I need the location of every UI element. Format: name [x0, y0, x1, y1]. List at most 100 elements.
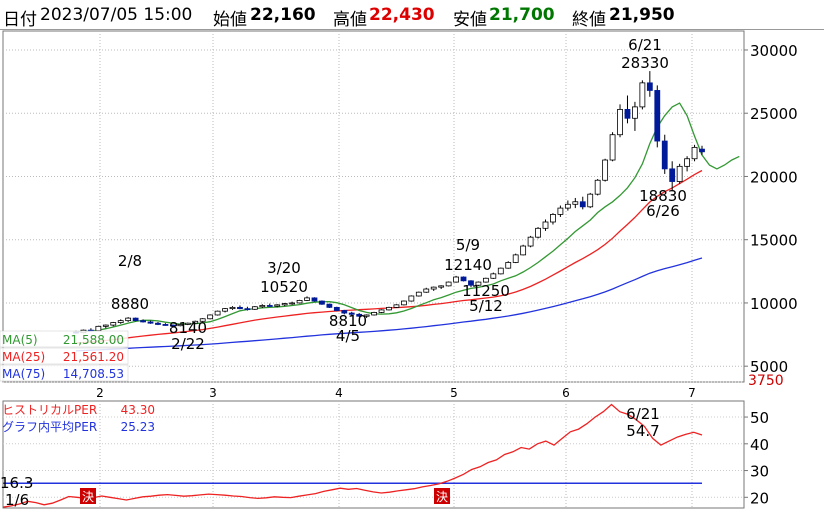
candle-body — [430, 286, 437, 290]
candlesticks — [73, 71, 705, 334]
date-tick-label: 5 — [450, 386, 458, 400]
per-tick-label: 20 — [750, 489, 769, 507]
candle-body — [542, 221, 549, 229]
price-min-label: 3750 — [748, 373, 784, 389]
candle-body — [281, 303, 288, 306]
candle-body — [259, 305, 266, 308]
candle-body — [535, 227, 541, 238]
annotation-value: 28330 — [621, 54, 669, 72]
candle-body — [445, 281, 452, 287]
candle-body — [639, 82, 646, 108]
candle-body — [438, 285, 445, 288]
candle-body — [237, 306, 243, 310]
stock-chart-window: 日付 2023/07/05 15:00 始値 22,160 高値 22,430 … — [0, 0, 824, 511]
candle-body — [654, 90, 661, 142]
candle-body — [140, 320, 146, 323]
per-panel: 20 30 40 50 ヒストリカルPER 43.30 グラフ内平均PER 25.23 16.3… — [0, 403, 769, 509]
candle-body — [646, 82, 653, 91]
legend-label: MA(75) — [2, 367, 45, 381]
date-tick-label: 4 — [335, 386, 343, 400]
candle-body — [289, 302, 296, 305]
candle-body — [602, 159, 609, 181]
candle-body — [333, 306, 340, 311]
candle-body — [110, 322, 117, 326]
candle-body — [117, 320, 124, 323]
candle-body — [162, 324, 169, 326]
price-tick-label: 25000 — [750, 105, 798, 123]
candle-body — [609, 134, 616, 161]
legend-label: MA(5) — [2, 333, 38, 347]
price-tick-label: 15000 — [750, 232, 798, 250]
earnings-badge-label: 決 — [436, 490, 448, 504]
legend-value: 14,708.53 — [63, 367, 124, 381]
candle-body — [229, 306, 236, 310]
candle-body — [497, 267, 504, 275]
date-tick-label: 6 — [562, 386, 570, 400]
candle-body — [512, 254, 519, 263]
candle-body — [311, 297, 318, 302]
candle-body — [95, 325, 102, 332]
candle-body — [490, 273, 497, 279]
candle-body — [244, 308, 251, 311]
candle-body — [251, 306, 258, 310]
candle-body — [371, 312, 377, 316]
candle-body — [214, 310, 221, 316]
annotation-value: 8810 — [329, 312, 367, 330]
candle-body — [699, 148, 705, 153]
per-tick-label: 50 — [750, 409, 769, 427]
candle-body — [572, 201, 579, 205]
annotation-value: 8880 — [111, 295, 149, 313]
date-tick-label: 2 — [96, 386, 104, 400]
candle-body — [669, 168, 676, 182]
price-tick-label: 10000 — [750, 295, 798, 313]
candle-body — [579, 201, 586, 208]
candle-body — [632, 106, 638, 119]
candle-body — [691, 146, 698, 160]
price-panel-border — [2, 30, 745, 383]
candle-body — [408, 295, 415, 302]
candle-body — [460, 276, 467, 282]
candle-body — [423, 288, 430, 293]
candle-body — [557, 207, 564, 215]
per-legend-value: 25.23 — [121, 420, 155, 434]
candle-body — [274, 304, 281, 307]
candle-body — [661, 140, 668, 170]
candle-body — [676, 165, 683, 182]
candle-body — [222, 308, 228, 312]
candle-body — [587, 193, 594, 208]
candle-body — [564, 203, 571, 209]
candle-body — [594, 179, 601, 195]
date-tick-label: 3 — [209, 386, 217, 400]
candle-body — [393, 304, 400, 308]
annotation-date: 2/22 — [171, 335, 205, 353]
annotation-date: 5/9 — [456, 236, 480, 254]
candle-body — [296, 300, 303, 304]
price-chart: 500010000150002000025000300003750 234567… — [0, 30, 798, 509]
annotation-value: 11250 — [462, 282, 510, 300]
legend-value: 21,588.00 — [63, 333, 124, 347]
candle-body — [453, 276, 459, 283]
candle-body — [386, 306, 392, 311]
candle-body — [326, 303, 333, 308]
candle-body — [155, 322, 161, 325]
per-legend-value: 43.30 — [121, 403, 155, 417]
per-tick-label: 40 — [750, 436, 769, 454]
annotation-date: 2/8 — [118, 252, 142, 270]
candle-body — [147, 321, 154, 324]
ma5-line — [75, 102, 740, 333]
candle-body — [319, 300, 325, 305]
annotation-value: 12140 — [444, 256, 492, 274]
legend-label: MA(25) — [2, 350, 45, 364]
candle-body — [415, 291, 422, 297]
candle-body — [617, 109, 623, 136]
candle-body — [266, 305, 273, 307]
historical-per-line — [2, 403, 703, 508]
ma25-line — [75, 169, 703, 344]
per-start-date: 1/6 — [5, 491, 29, 509]
candle-body — [550, 214, 556, 223]
moving-averages — [75, 102, 740, 352]
earnings-badge-label: 決 — [82, 490, 94, 504]
candle-body — [527, 236, 534, 247]
annotation-value: 8140 — [169, 319, 207, 337]
price-axis: 500010000150002000025000300003750 — [744, 42, 798, 389]
